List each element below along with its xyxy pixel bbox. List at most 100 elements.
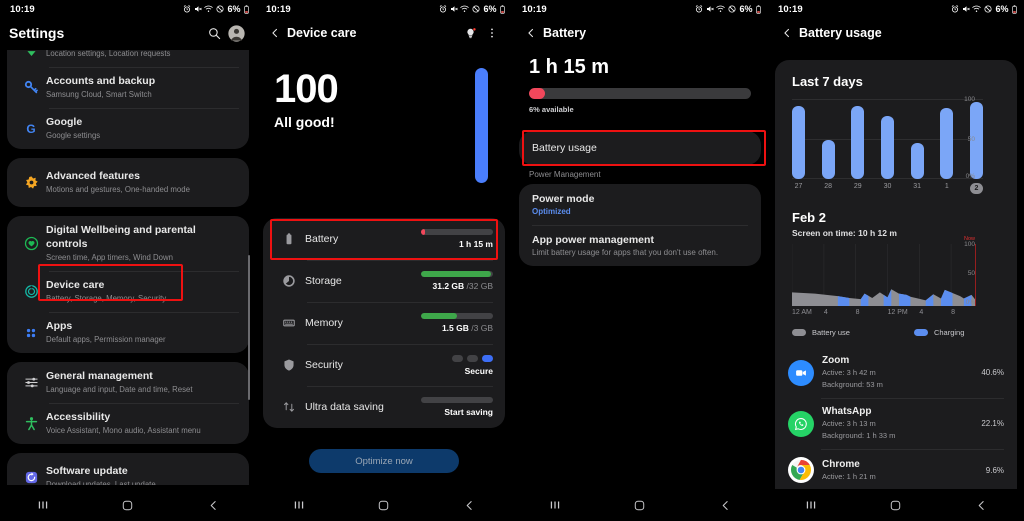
status-icons: 6% bbox=[183, 4, 249, 14]
home-icon[interactable] bbox=[367, 499, 401, 512]
recents-icon[interactable] bbox=[26, 498, 60, 512]
sidebar-item-title: Digital Wellbeing and parental controls bbox=[46, 224, 196, 250]
back-icon[interactable] bbox=[708, 499, 742, 512]
security-status-dots bbox=[413, 354, 493, 362]
sidebar-item-digital-wellbeing[interactable]: Digital Wellbeing and parental controls … bbox=[7, 216, 249, 271]
sidebar-item-software-update[interactable]: Software update Download updates, Last u… bbox=[7, 453, 249, 485]
bar[interactable] bbox=[851, 105, 865, 179]
sidebar-item-subtitle: Voice Assistant, Mono audio, Assistant m… bbox=[46, 426, 201, 435]
app-power-management-row[interactable]: App power management Limit battery usage… bbox=[519, 225, 761, 266]
x-tick[interactable]: 2 bbox=[969, 183, 983, 194]
battery-usage-item[interactable]: Battery usage bbox=[519, 131, 761, 165]
chart-legend: Battery use Charging bbox=[792, 328, 1017, 337]
sidebar-item-subtitle: Language and input, Date and time, Reset bbox=[46, 385, 193, 394]
sidebar-item-subtitle: Motions and gestures, One-handed mode bbox=[46, 185, 190, 194]
back-button[interactable] bbox=[521, 27, 541, 39]
battery-usage-card: Last 7 days 100 50 0% 27 28 29 30 31 1 2 Feb 2… bbox=[775, 60, 1017, 521]
sidebar-item-apps[interactable]: Apps Default apps, Permission manager bbox=[7, 312, 249, 353]
svg-text:G: G bbox=[26, 122, 35, 136]
search-button[interactable] bbox=[203, 27, 225, 40]
settings-list[interactable]: Location settings, Location requests Acc… bbox=[0, 50, 256, 485]
list-item[interactable]: Chrome Active: 1 h 21 m 9.6% bbox=[775, 449, 1017, 491]
x-tick[interactable]: 29 bbox=[851, 183, 864, 194]
settings-appbar: Settings bbox=[0, 18, 256, 48]
key-icon bbox=[16, 80, 46, 95]
overflow-menu-button[interactable] bbox=[481, 27, 503, 39]
bar[interactable] bbox=[792, 106, 805, 179]
sidebar-item-general-management[interactable]: General management Language and input, D… bbox=[7, 362, 249, 403]
back-arrow-icon bbox=[272, 28, 278, 38]
device-care-row-value: Start saving bbox=[444, 407, 493, 417]
do-not-disturb-icon bbox=[728, 5, 736, 13]
sidebar-item-accounts-and-backup[interactable]: Accounts and backup Samsung Cloud, Smart… bbox=[7, 67, 249, 108]
panel-device-care: 10:19 6% Device care 100 All good! Batte… bbox=[256, 0, 512, 521]
back-icon[interactable] bbox=[452, 499, 486, 512]
page-title: Battery bbox=[543, 26, 587, 40]
status-bar-4: 10:19 6% bbox=[768, 0, 1024, 18]
sidebar-item-location[interactable]: Location settings, Location requests bbox=[7, 50, 249, 67]
x-tick[interactable]: 30 bbox=[881, 183, 894, 194]
bar[interactable] bbox=[880, 115, 894, 179]
sidebar-item-accessibility[interactable]: Accessibility Voice Assistant, Mono audi… bbox=[7, 403, 249, 444]
page-title: Settings bbox=[9, 25, 65, 41]
list-item[interactable]: Zoom Active: 3 h 42 m Background: 53 m 4… bbox=[775, 347, 1017, 398]
home-icon[interactable] bbox=[111, 499, 145, 512]
sidebar-item-subtitle: Download updates, Last update bbox=[46, 480, 156, 485]
power-mode-row[interactable]: Power mode Optimized bbox=[519, 184, 761, 225]
bar[interactable] bbox=[910, 142, 924, 179]
settings-scrollbar[interactable] bbox=[248, 255, 250, 400]
x-tick[interactable]: 31 bbox=[911, 183, 924, 194]
recents-icon[interactable] bbox=[794, 498, 828, 512]
home-icon[interactable] bbox=[879, 499, 913, 512]
legend-label: Charging bbox=[933, 328, 965, 337]
battery-usage-label: Battery usage bbox=[532, 142, 597, 154]
recents-icon[interactable] bbox=[282, 498, 316, 512]
battery-usage-appbar: Battery usage bbox=[768, 18, 1024, 48]
battery-available-text: 6% available bbox=[529, 105, 574, 114]
account-avatar-button[interactable] bbox=[225, 24, 247, 42]
device-care-row-security[interactable]: Security Secure bbox=[263, 344, 505, 386]
app-power-management-title: App power management bbox=[532, 234, 654, 246]
x-tick: 12 AM bbox=[792, 309, 812, 316]
lightbulb-icon bbox=[466, 27, 476, 38]
wifi-icon bbox=[716, 5, 726, 12]
device-care-row-memory[interactable]: Memory 1.5 GB /3 GB bbox=[263, 302, 505, 344]
back-icon[interactable] bbox=[196, 499, 230, 512]
list-item[interactable]: WhatsApp Active: 3 h 13 m Background: 1 … bbox=[775, 398, 1017, 449]
back-button[interactable] bbox=[777, 27, 797, 39]
app-active-time: Active: 1 h 21 m bbox=[822, 471, 876, 481]
sidebar-item-advanced-features[interactable]: Advanced features Motions and gestures, … bbox=[7, 158, 249, 207]
status-time: 10:19 bbox=[778, 3, 803, 15]
device-care-row-battery[interactable]: Battery 1 h 15 m bbox=[263, 218, 505, 260]
navbar-2 bbox=[256, 489, 512, 521]
back-arrow-icon bbox=[784, 28, 790, 38]
device-care-row-ultra-data-saving[interactable]: Ultra data saving Start saving bbox=[263, 386, 505, 428]
bar[interactable] bbox=[821, 139, 835, 179]
sidebar-item-device-care[interactable]: Device care Battery, Storage, Memory, Se… bbox=[7, 271, 249, 312]
sidebar-item-google[interactable]: G Google Google settings bbox=[7, 108, 249, 149]
home-icon[interactable] bbox=[623, 499, 657, 512]
app-name: Zoom bbox=[822, 355, 850, 366]
back-icon[interactable] bbox=[964, 499, 998, 512]
recents-icon[interactable] bbox=[538, 498, 572, 512]
back-button[interactable] bbox=[265, 27, 285, 39]
x-tick: 12 PM bbox=[887, 309, 908, 316]
device-care-card: Battery 1 h 15 m Storage 31.2 GB /32 GB bbox=[263, 218, 505, 428]
search-icon bbox=[208, 27, 220, 39]
battery-mini-bar bbox=[421, 229, 493, 235]
device-care-row-storage[interactable]: Storage 31.2 GB /32 GB bbox=[263, 260, 505, 302]
device-care-row-label: Security bbox=[305, 359, 343, 371]
multi-panel-screenshot: 10:19 6% Settings Location settings, Loc… bbox=[0, 0, 1024, 521]
x-tick[interactable]: 27 bbox=[792, 183, 805, 194]
wifi-icon bbox=[204, 5, 214, 12]
memory-mini-bar bbox=[421, 313, 493, 319]
app-usage-percent: 40.6% bbox=[981, 368, 1004, 377]
overflow-menu-icon bbox=[491, 28, 493, 38]
optimize-now-button[interactable]: Optimize now bbox=[309, 449, 459, 473]
x-tick[interactable]: 1 bbox=[940, 183, 953, 194]
x-tick[interactable]: 28 bbox=[822, 183, 835, 194]
battery-icon bbox=[756, 4, 761, 14]
tips-button[interactable] bbox=[459, 27, 481, 40]
now-annotation: Now bbox=[963, 236, 975, 242]
page-title: Battery usage bbox=[799, 26, 882, 40]
